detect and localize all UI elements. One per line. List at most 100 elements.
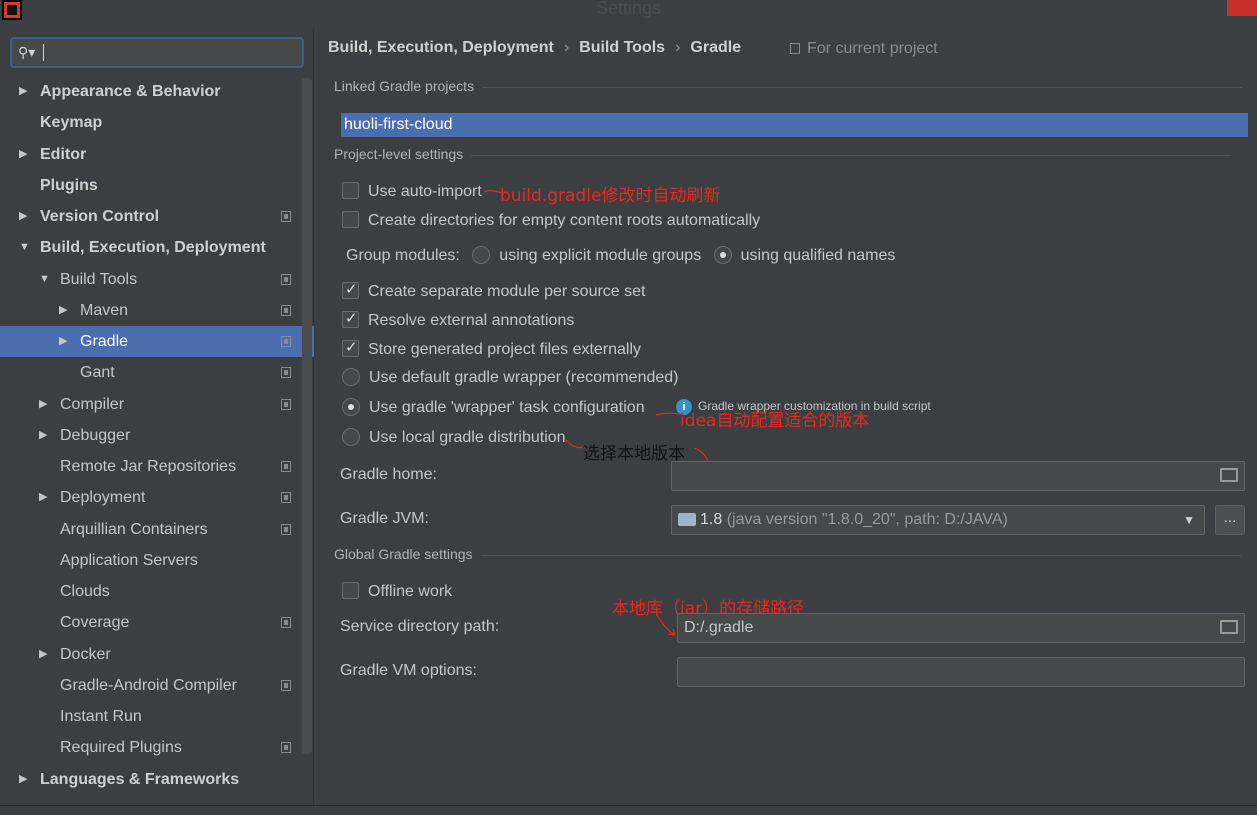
separate-module-checkbox[interactable]: Create separate module per source set bbox=[342, 279, 645, 303]
project-settings-icon bbox=[281, 742, 291, 753]
sidebar-item-gradle[interactable]: ▶ Gradle bbox=[0, 326, 314, 357]
breadcrumb-separator: › bbox=[563, 39, 570, 56]
sidebar-item-coverage[interactable]: Coverage bbox=[0, 607, 314, 638]
sidebar-item-debugger[interactable]: ▶ Debugger bbox=[0, 420, 314, 451]
checkbox-box[interactable] bbox=[342, 582, 359, 599]
browse-folder-icon[interactable] bbox=[1220, 620, 1238, 634]
sidebar-item-gradle-android-compiler[interactable]: Gradle-Android Compiler bbox=[0, 670, 314, 701]
expand-right-icon[interactable]: ▶ bbox=[19, 201, 27, 232]
group-qualified-radio[interactable] bbox=[713, 246, 732, 264]
radio-circle[interactable] bbox=[342, 398, 360, 416]
breadcrumb-separator: › bbox=[675, 39, 681, 56]
expand-right-icon[interactable]: ▶ bbox=[19, 139, 27, 170]
vm-options-field[interactable] bbox=[677, 657, 1245, 687]
expand-right-icon[interactable]: ▶ bbox=[59, 295, 67, 326]
expand-right-icon[interactable]: ▶ bbox=[39, 639, 47, 670]
breadcrumb-item: Build Tools bbox=[579, 39, 666, 56]
sidebar-item-deployment[interactable]: ▶ Deployment bbox=[0, 482, 314, 513]
resolve-annotations-checkbox[interactable]: Resolve external annotations bbox=[342, 308, 574, 332]
radio-circle[interactable] bbox=[342, 428, 360, 446]
sidebar-item-instant-run[interactable]: Instant Run bbox=[0, 701, 314, 732]
expand-right-icon[interactable]: ▶ bbox=[59, 326, 67, 357]
expand-right-icon[interactable]: ▶ bbox=[19, 764, 27, 795]
project-scope-icon bbox=[790, 43, 800, 54]
sidebar-item-arquillian-containers[interactable]: Arquillian Containers bbox=[0, 514, 314, 545]
browse-jvm-button[interactable]: ... bbox=[1215, 505, 1245, 535]
settings-sidebar: ⚲▾ ▶ Appearance & Behavior Keymap ▶ Editor Pl… bbox=[0, 28, 314, 805]
sidebar-item-editor[interactable]: ▶ Editor bbox=[0, 139, 314, 170]
gradle-jvm-label: Gradle JVM: bbox=[340, 510, 429, 527]
checkbox-box[interactable] bbox=[342, 211, 359, 228]
group-modules-row: Group modules: using explicit module gro… bbox=[346, 246, 896, 264]
expand-right-icon[interactable]: ▶ bbox=[39, 482, 47, 513]
project-settings-icon bbox=[281, 211, 291, 222]
project-settings-icon bbox=[281, 680, 291, 691]
window-title: Settings bbox=[595, 0, 662, 18]
checkbox-box[interactable] bbox=[342, 279, 359, 301]
close-window-button[interactable] bbox=[1227, 0, 1257, 16]
checkbox-box[interactable] bbox=[342, 337, 359, 359]
sidebar-item-plugins[interactable]: Plugins bbox=[0, 170, 314, 201]
offline-work-checkbox[interactable]: Offline work bbox=[342, 581, 452, 603]
search-icon[interactable]: ⚲▾ bbox=[18, 44, 35, 61]
sidebar-item-languages-frameworks[interactable]: ▶ Languages & Frameworks bbox=[0, 764, 314, 795]
linked-project-item[interactable]: huoli-first-cloud bbox=[341, 113, 1248, 137]
expand-right-icon[interactable]: ▶ bbox=[19, 76, 27, 107]
sidebar-item-compiler[interactable]: ▶ Compiler bbox=[0, 389, 314, 420]
title-bar: Settings bbox=[0, 0, 1257, 28]
sidebar-item-required-plugins[interactable]: Required Plugins bbox=[0, 732, 314, 763]
chevron-down-icon[interactable]: ▼ bbox=[1183, 506, 1195, 534]
project-settings-icon bbox=[281, 336, 291, 347]
group-explicit-radio[interactable] bbox=[472, 246, 491, 264]
store-generated-checkbox[interactable]: Store generated project files externally bbox=[342, 337, 641, 361]
service-directory-field[interactable]: D:/.gradle bbox=[677, 613, 1245, 643]
project-settings-icon bbox=[281, 461, 291, 472]
gradle-home-label: Gradle home: bbox=[340, 466, 437, 483]
sidebar-item-label: Gant bbox=[80, 364, 115, 381]
group-explicit-label[interactable]: using explicit module groups bbox=[499, 247, 701, 264]
breadcrumb-item: Build, Execution, Deployment bbox=[328, 39, 554, 56]
expand-right-icon[interactable]: ▶ bbox=[39, 420, 47, 451]
group-qualified-label[interactable]: using qualified names bbox=[741, 247, 896, 264]
create-directories-checkbox[interactable]: Create directories for empty content roo… bbox=[342, 210, 760, 232]
annotation-auto-import: build.gradle修改时自动刷新 bbox=[500, 186, 721, 206]
sidebar-item-label: Docker bbox=[60, 646, 111, 663]
sidebar-item-build-tools[interactable]: ▼ Build Tools bbox=[0, 264, 314, 295]
sidebar-item-label: Editor bbox=[40, 146, 87, 163]
sidebar-item-clouds[interactable]: Clouds bbox=[0, 576, 314, 607]
browse-folder-icon[interactable] bbox=[1220, 468, 1238, 482]
annotation-arrow bbox=[483, 190, 503, 194]
sidebar-scrollbar[interactable] bbox=[302, 78, 312, 754]
sidebar-item-maven[interactable]: ▶ Maven bbox=[0, 295, 314, 326]
sidebar-item-appearance-behavior[interactable]: ▶ Appearance & Behavior bbox=[0, 76, 314, 107]
search-input[interactable]: ⚲▾ bbox=[10, 37, 304, 68]
sidebar-item-build-execution-deployment[interactable]: ▼ Build, Execution, Deployment bbox=[0, 232, 314, 263]
gradle-home-field[interactable] bbox=[671, 461, 1245, 491]
sidebar-item-docker[interactable]: ▶ Docker bbox=[0, 639, 314, 670]
sidebar-item-version-control[interactable]: ▶ Version Control bbox=[0, 201, 314, 232]
checkbox-box[interactable] bbox=[342, 182, 359, 199]
radio-circle[interactable] bbox=[342, 368, 360, 386]
default-wrapper-radio[interactable]: Use default gradle wrapper (recommended) bbox=[342, 367, 678, 389]
sidebar-item-application-servers[interactable]: Application Servers bbox=[0, 545, 314, 576]
annotation-wrapper: idea自动配置适合的版本 bbox=[680, 411, 870, 431]
folder-icon bbox=[678, 513, 696, 526]
gradle-jvm-select[interactable]: 1.8 (java version "1.8.0_20", path: D:/J… bbox=[671, 505, 1205, 535]
wrapper-task-radio[interactable]: Use gradle 'wrapper' task configuration bbox=[342, 397, 645, 419]
sidebar-item-label: Gradle-Android Compiler bbox=[60, 677, 237, 694]
project-settings-icon bbox=[281, 399, 291, 410]
sidebar-item-remote-jar-repositories[interactable]: Remote Jar Repositories bbox=[0, 451, 314, 482]
section-linked-projects: Linked Gradle projects bbox=[334, 78, 1243, 94]
expand-down-icon[interactable]: ▼ bbox=[39, 264, 50, 295]
expand-right-icon[interactable]: ▶ bbox=[39, 389, 47, 420]
project-settings-icon bbox=[281, 492, 291, 503]
sidebar-item-keymap[interactable]: Keymap bbox=[0, 107, 314, 138]
for-current-project-label: For current project bbox=[790, 40, 938, 58]
service-directory-label: Service directory path: bbox=[340, 618, 500, 635]
checkbox-box[interactable] bbox=[342, 308, 359, 330]
local-distribution-radio[interactable]: Use local gradle distribution bbox=[342, 427, 566, 449]
auto-import-checkbox[interactable]: Use auto-import bbox=[342, 181, 482, 203]
breadcrumb: Build, Execution, Deployment › Build Tools… bbox=[328, 39, 741, 57]
sidebar-item-gant[interactable]: Gant bbox=[0, 357, 314, 388]
expand-down-icon[interactable]: ▼ bbox=[19, 232, 30, 263]
